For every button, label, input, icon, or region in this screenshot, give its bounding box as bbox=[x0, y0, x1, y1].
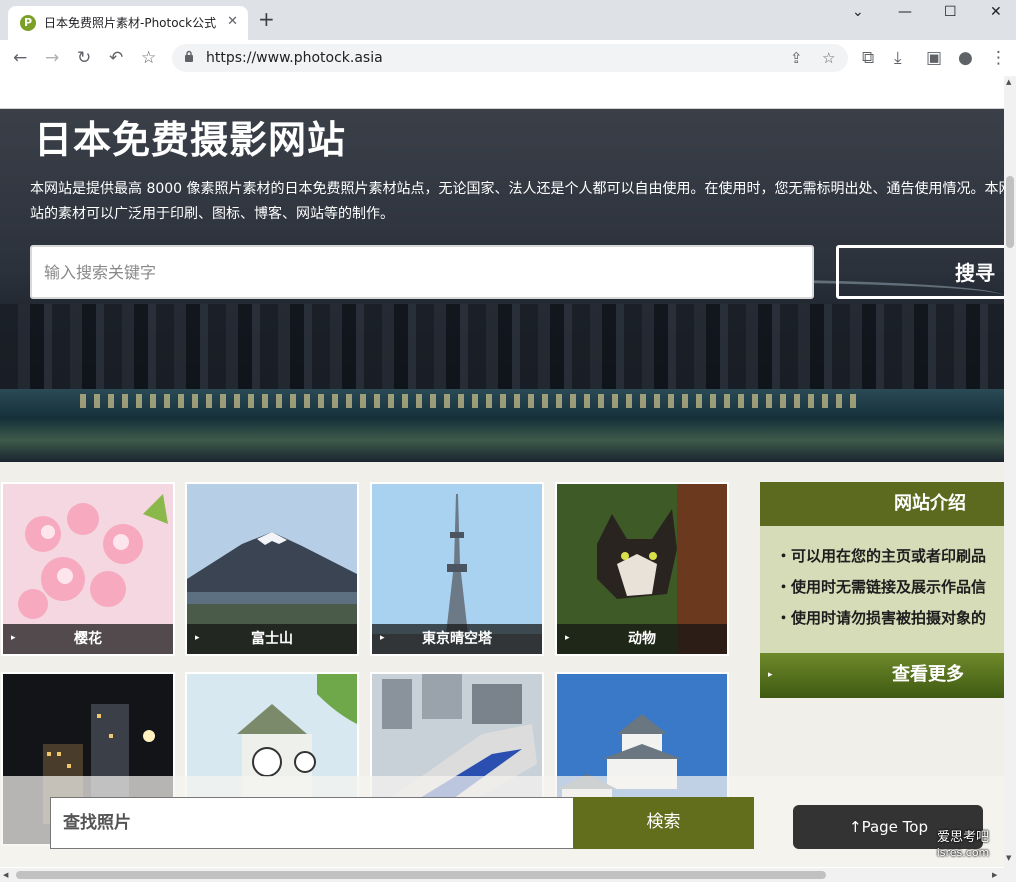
lock-icon bbox=[185, 50, 193, 62]
tab-search-chevron-icon[interactable]: ⌄ bbox=[852, 4, 864, 20]
url-text[interactable]: https://www.photock.asia bbox=[206, 49, 383, 67]
watermark-line1: 爱思考吧 bbox=[936, 830, 989, 845]
back-icon[interactable]: ← bbox=[13, 48, 27, 68]
hero-search-button-label: 搜寻 bbox=[955, 261, 995, 285]
intro-item: ・使用时无需链接及展示作品信 bbox=[776, 578, 987, 596]
hero-title: 日本免费摄影网站 bbox=[34, 118, 347, 162]
hero-search-input[interactable]: 输入搜索关键字 bbox=[30, 245, 814, 299]
intro-item: ・使用时请勿损害被拍摄对象的 bbox=[776, 609, 987, 627]
tile-label: 动物 bbox=[628, 631, 656, 647]
tab-title: 日本免费照片素材-Photock公式 bbox=[44, 16, 217, 30]
hero-banner: 日本免费摄影网站 本网站是提供最高 8000 像素照片素材的日本免费照片素材站点… bbox=[0, 109, 1004, 462]
photo-search-button-label: 検索 bbox=[646, 812, 681, 832]
scroll-left-icon[interactable]: ◀ bbox=[3, 871, 8, 879]
watermark: 爱思考吧 isres.com bbox=[932, 830, 994, 860]
view-more-arrow-icon: ▸ bbox=[768, 670, 773, 680]
new-tab-icon[interactable]: + bbox=[258, 8, 275, 30]
forward-icon[interactable]: → bbox=[45, 48, 59, 68]
city-skyline bbox=[0, 304, 1004, 394]
reload-icon[interactable]: ↻ bbox=[77, 48, 91, 68]
tile-label: 東京晴空塔 bbox=[422, 631, 492, 647]
undo-icon[interactable]: ↶ bbox=[109, 48, 123, 68]
boat-lights bbox=[80, 394, 860, 408]
bookmark-icon[interactable]: ☆ bbox=[141, 48, 156, 68]
tile-caption: ▸ 富士山 bbox=[187, 624, 357, 654]
hero-search-placeholder: 输入搜索关键字 bbox=[44, 263, 157, 282]
vertical-scroll-thumb[interactable] bbox=[1006, 176, 1014, 248]
side-panel-icon[interactable]: ▣ bbox=[926, 48, 942, 68]
site-intro-panel: 网站介绍 ・可以用在您的主页或者印刷品 ・使用时无需链接及展示作品信 ・使用时请… bbox=[760, 482, 1004, 698]
horizontal-scrollbar[interactable]: ◀ ▶ bbox=[0, 868, 1004, 882]
category-tile-fuji[interactable]: ▸ 富士山 bbox=[185, 482, 359, 656]
tab-close-icon[interactable]: ✕ bbox=[227, 14, 238, 30]
category-tile-sakura[interactable]: ▸ 樱花 bbox=[1, 482, 175, 656]
intro-item: ・可以用在您的主页或者印刷品 bbox=[776, 547, 987, 565]
photo-search-button[interactable]: 検索 bbox=[573, 797, 754, 849]
photo-search-input[interactable]: 查找照片 bbox=[50, 797, 574, 849]
intro-panel-title: 网站介绍 bbox=[894, 493, 966, 514]
category-tile-skytree[interactable]: ▸ 東京晴空塔 bbox=[370, 482, 544, 656]
tile-caption: ▸ 动物 bbox=[557, 624, 727, 654]
menu-icon[interactable]: ⋮ bbox=[990, 48, 1007, 68]
scroll-up-icon[interactable]: ▲ bbox=[1006, 78, 1011, 86]
photock-favicon-icon: P bbox=[20, 15, 36, 31]
photo-search-placeholder: 查找照片 bbox=[63, 813, 131, 833]
category-tile-animal[interactable]: ▸ 动物 bbox=[555, 482, 729, 656]
scroll-down-icon[interactable]: ▼ bbox=[1006, 854, 1011, 862]
view-more-button[interactable]: ▸ 查看更多 bbox=[760, 653, 1004, 698]
address-bar[interactable]: https://www.photock.asia ⇪ ☆ bbox=[172, 44, 848, 72]
page-top-label: ↑Page Top bbox=[849, 818, 928, 836]
intro-panel-header: 网站介绍 bbox=[760, 482, 1004, 526]
tile-label: 富士山 bbox=[251, 631, 293, 647]
tab-strip: P 日本免费照片素材-Photock公式 ✕ + ⌄ — ☐ ✕ bbox=[0, 0, 1016, 40]
vertical-scrollbar[interactable]: ▲ ▼ bbox=[1004, 76, 1016, 882]
close-window-icon[interactable]: ✕ bbox=[990, 4, 1002, 20]
bookmark-star-icon[interactable]: ☆ bbox=[822, 49, 835, 67]
profile-icon[interactable]: ● bbox=[958, 48, 973, 68]
scroll-right-icon[interactable]: ▶ bbox=[992, 871, 997, 879]
crop-icon[interactable]: ⧉ bbox=[862, 48, 874, 68]
horizontal-scroll-thumb[interactable] bbox=[16, 871, 826, 879]
minimize-icon[interactable]: — bbox=[898, 4, 912, 20]
download-icon[interactable]: ⤓ bbox=[894, 48, 902, 68]
tile-caption: ▸ 東京晴空塔 bbox=[372, 624, 542, 654]
view-more-label: 查看更多 bbox=[892, 664, 964, 685]
browser-tab[interactable]: P 日本免费照片素材-Photock公式 ✕ bbox=[8, 6, 248, 40]
watermark-line2: isres.com bbox=[936, 846, 990, 859]
share-icon[interactable]: ⇪ bbox=[790, 49, 803, 67]
tile-caption: ▸ 樱花 bbox=[3, 624, 173, 654]
hero-search-button[interactable]: 搜寻 bbox=[836, 245, 1004, 299]
maximize-icon[interactable]: ☐ bbox=[944, 4, 957, 20]
browser-toolbar: ← → ↻ ↶ ☆ https://www.photock.asia ⇪ ☆ ⧉… bbox=[0, 40, 1016, 76]
tile-label: 樱花 bbox=[74, 631, 102, 647]
hero-description: 本网站是提供最高 8000 像素照片素材的日本免费照片素材站点，无论国家、法人还… bbox=[30, 181, 1004, 222]
